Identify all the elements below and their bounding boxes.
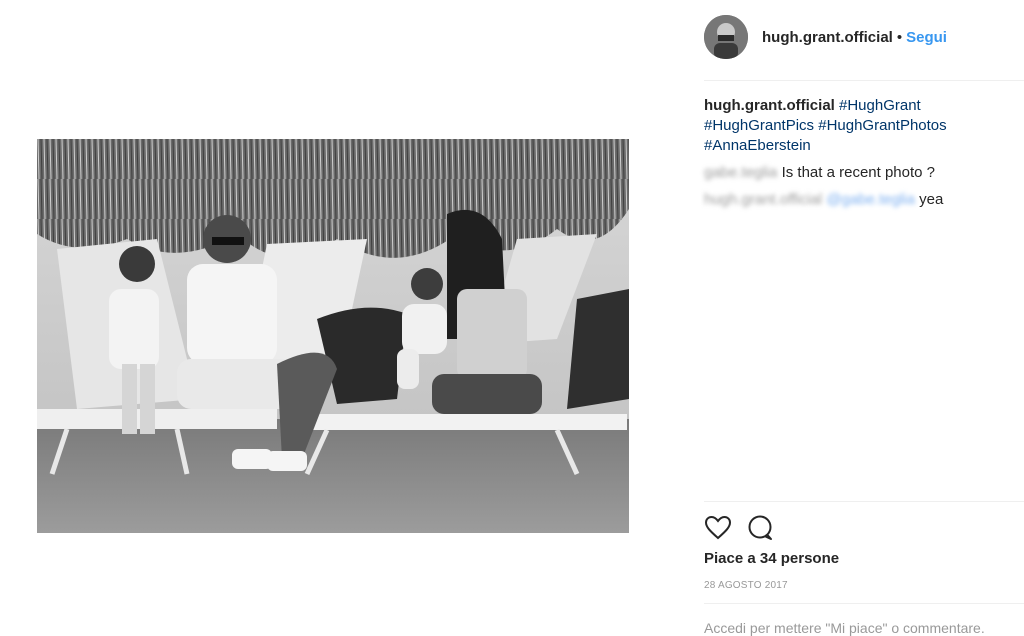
beach-photo xyxy=(37,139,629,533)
actions-divider xyxy=(704,501,1024,502)
header-divider xyxy=(704,80,1024,81)
comment: hugh.grant.official @gabe.teglia yea xyxy=(704,190,1004,210)
avatar-image xyxy=(704,15,748,59)
comment-mention-blurred[interactable]: @gabe.teglia xyxy=(826,190,915,210)
comment-username-blurred[interactable]: gabe.teglia xyxy=(704,163,777,183)
hashtag[interactable]: #AnnaEberstein xyxy=(704,137,811,154)
caption-username[interactable]: hugh.grant.official xyxy=(704,97,835,114)
comment: gabe.teglia Is that a recent photo ? xyxy=(704,163,1004,183)
comment-username-blurred[interactable]: hugh.grant.official xyxy=(704,190,822,210)
post-photo[interactable] xyxy=(37,139,629,533)
post-sidebar: hugh.grant.official • Segui hugh.grant.o… xyxy=(704,0,1024,636)
comment-icon[interactable] xyxy=(746,514,774,542)
post-date[interactable]: 28 AGOSTO 2017 xyxy=(704,580,788,591)
heart-icon[interactable] xyxy=(704,514,732,542)
header-separator: • xyxy=(896,28,903,46)
hashtag[interactable]: #HughGrantPhotos xyxy=(818,117,946,134)
follow-button[interactable]: Segui xyxy=(906,29,947,46)
action-bar xyxy=(704,514,788,542)
post-header: hugh.grant.official • Segui xyxy=(704,14,947,60)
header-username[interactable]: hugh.grant.official xyxy=(762,29,893,46)
caption: hugh.grant.official #HughGrant #HughGran… xyxy=(704,96,1004,156)
login-divider xyxy=(704,603,1024,604)
likes-count[interactable]: Piace a 34 persone xyxy=(704,550,839,567)
comment-text: Is that a recent photo ? xyxy=(781,164,936,181)
hashtag[interactable]: #HughGrantPics xyxy=(704,117,814,134)
comment-text: yea xyxy=(919,191,944,208)
hashtag[interactable]: #HughGrant xyxy=(839,97,921,114)
login-prompt[interactable]: Accedi per mettere "Mi piace" o commenta… xyxy=(704,620,985,636)
avatar[interactable] xyxy=(704,15,748,59)
